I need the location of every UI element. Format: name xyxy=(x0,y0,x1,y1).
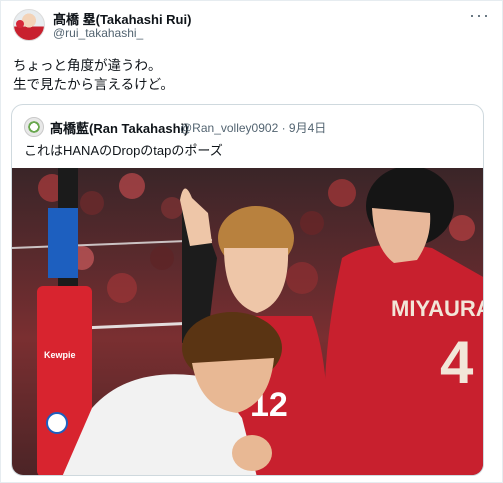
tweet-line: 生で見たから言えるけど。 xyxy=(13,77,174,92)
tweet-line: ちょっと角度が違うわ。 xyxy=(13,58,162,73)
quoted-tweet[interactable]: 髙橋藍(Ran Takahashi) @Ran_volley0902 · 9月4… xyxy=(11,104,484,476)
quoted-tweet-text: これはHANAのDropのtapのポーズ xyxy=(24,143,223,158)
tweet-card: 髙橋 塁(Takahashi Rui) @rui_takahashi_ ··· … xyxy=(0,0,503,483)
author-handle[interactable]: @rui_takahashi_ xyxy=(53,26,143,40)
photo-illustration: Kewpie MIYAURA 4 12 xyxy=(12,168,484,475)
jersey-name: MIYAURA xyxy=(391,296,484,321)
quoted-author-name[interactable]: 髙橋藍(Ran Takahashi) xyxy=(50,118,188,137)
jersey-number-right: 4 xyxy=(440,329,474,396)
author-avatar[interactable] xyxy=(13,9,45,41)
sponsor-label: Kewpie xyxy=(44,350,76,360)
quoted-author-meta[interactable]: @Ran_volley0902 · 9月4日 xyxy=(180,119,326,136)
ellipsis-icon[interactable]: ··· xyxy=(469,5,490,26)
tweet-text: ちょっと角度が違うわ。 生で見たから言えるけど。 xyxy=(13,56,174,94)
flag-icon xyxy=(16,20,24,28)
quoted-author-avatar[interactable] xyxy=(24,117,44,137)
quoted-photo[interactable]: Kewpie MIYAURA 4 12 xyxy=(12,168,484,475)
